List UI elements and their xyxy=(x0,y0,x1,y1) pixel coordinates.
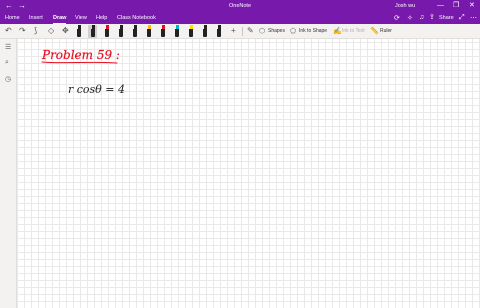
shapes-icon[interactable]: ⬡ xyxy=(259,28,265,36)
ink-to-shape-icon[interactable]: ⬠ xyxy=(290,28,296,36)
pen-9[interactable] xyxy=(186,25,195,38)
pen-body-icon xyxy=(119,29,123,37)
more-options-icon[interactable]: ⋯ xyxy=(470,14,477,22)
ruler-button[interactable]: Ruler xyxy=(380,28,392,34)
user-name[interactable]: Josh wu xyxy=(395,3,415,9)
pen-pointer-icon[interactable]: ✎ xyxy=(247,27,254,35)
toolbar-divider xyxy=(242,27,243,36)
pen-6[interactable] xyxy=(144,25,153,38)
pen-body-icon xyxy=(147,29,151,37)
shapes-button[interactable]: Shapes xyxy=(268,28,285,34)
notebooks-icon[interactable]: ☰ xyxy=(5,43,11,51)
pen-4[interactable] xyxy=(116,25,125,38)
share-button[interactable]: Share xyxy=(439,15,454,21)
close-icon[interactable]: ✕ xyxy=(469,1,475,11)
pen-7[interactable] xyxy=(158,25,167,38)
bell-icon[interactable]: ♫ xyxy=(419,14,424,21)
search-icon[interactable]: ⌕ xyxy=(5,59,9,67)
expand-icon[interactable]: ⤢ xyxy=(459,14,465,22)
ink-to-shape-button[interactable]: Ink to Shape xyxy=(299,28,327,34)
draw-toolbar: ↶ ↷ ⟆ ◇ ✥ + ✎ ⬡ Shapes ⬠ Ink to Shape ✍ … xyxy=(0,24,480,39)
ink-layer: Problem 59 : r cosθ = 4 xyxy=(41,48,125,96)
pen-body-icon xyxy=(161,29,165,37)
navigation-rail: ☰ ⌕ ◷ xyxy=(0,39,17,308)
pen-body-icon xyxy=(77,29,81,37)
pen-body-icon xyxy=(217,29,221,37)
pen-2[interactable] xyxy=(88,25,97,38)
tab-insert[interactable]: Insert xyxy=(29,15,43,21)
ink-heading-underline xyxy=(41,61,118,64)
lasso-select-icon[interactable]: ⟆ xyxy=(34,27,37,35)
minimize-icon[interactable]: — xyxy=(437,1,444,11)
pan-tool-icon[interactable]: ✥ xyxy=(62,27,69,35)
pen-body-icon xyxy=(133,29,137,37)
title-bar: ← → OneNote Josh wu — ❐ ✕ xyxy=(0,0,480,13)
ruler-icon[interactable]: 📏 xyxy=(370,28,379,36)
undo-icon[interactable]: ↶ xyxy=(5,27,12,35)
tab-help[interactable]: Help xyxy=(96,15,107,21)
pen-10[interactable] xyxy=(200,25,209,38)
ribbon-tabs: Home Insert Draw View Help Class Noteboo… xyxy=(0,13,480,24)
pen-8[interactable] xyxy=(172,25,181,38)
pen-body-icon xyxy=(189,29,193,37)
pen-body-icon xyxy=(203,29,207,37)
tab-home[interactable]: Home xyxy=(5,15,20,21)
restore-icon[interactable]: ❐ xyxy=(453,1,459,11)
pen-3[interactable] xyxy=(102,25,111,38)
pen-body-icon xyxy=(175,29,179,37)
tab-draw[interactable]: Draw xyxy=(53,15,67,24)
add-pen-icon[interactable]: + xyxy=(231,27,236,35)
ink-problem-heading[interactable]: Problem 59 : xyxy=(41,48,120,62)
recent-notes-icon[interactable]: ◷ xyxy=(5,75,11,83)
ink-to-text-button: Ink to Text xyxy=(342,28,365,34)
lightbulb-icon[interactable]: ✧ xyxy=(407,14,413,22)
pen-body-icon xyxy=(105,29,109,37)
eraser-icon[interactable]: ◇ xyxy=(48,27,54,35)
redo-icon[interactable]: ↷ xyxy=(19,27,26,35)
note-page[interactable]: Problem 59 : r cosθ = 4 xyxy=(17,39,480,308)
pen-11[interactable] xyxy=(214,25,223,38)
share-icon[interactable]: ⇪ xyxy=(429,13,435,21)
ink-equation[interactable]: r cosθ = 4 xyxy=(68,83,125,96)
tab-view[interactable]: View xyxy=(75,15,87,21)
pen-body-icon xyxy=(91,29,95,37)
tab-class-notebook[interactable]: Class Notebook xyxy=(117,15,156,21)
sync-icon[interactable]: ⟳ xyxy=(394,14,400,22)
pen-5[interactable] xyxy=(130,25,139,38)
ink-to-text-icon: ✍ xyxy=(333,28,342,35)
pen-1[interactable] xyxy=(74,25,83,38)
